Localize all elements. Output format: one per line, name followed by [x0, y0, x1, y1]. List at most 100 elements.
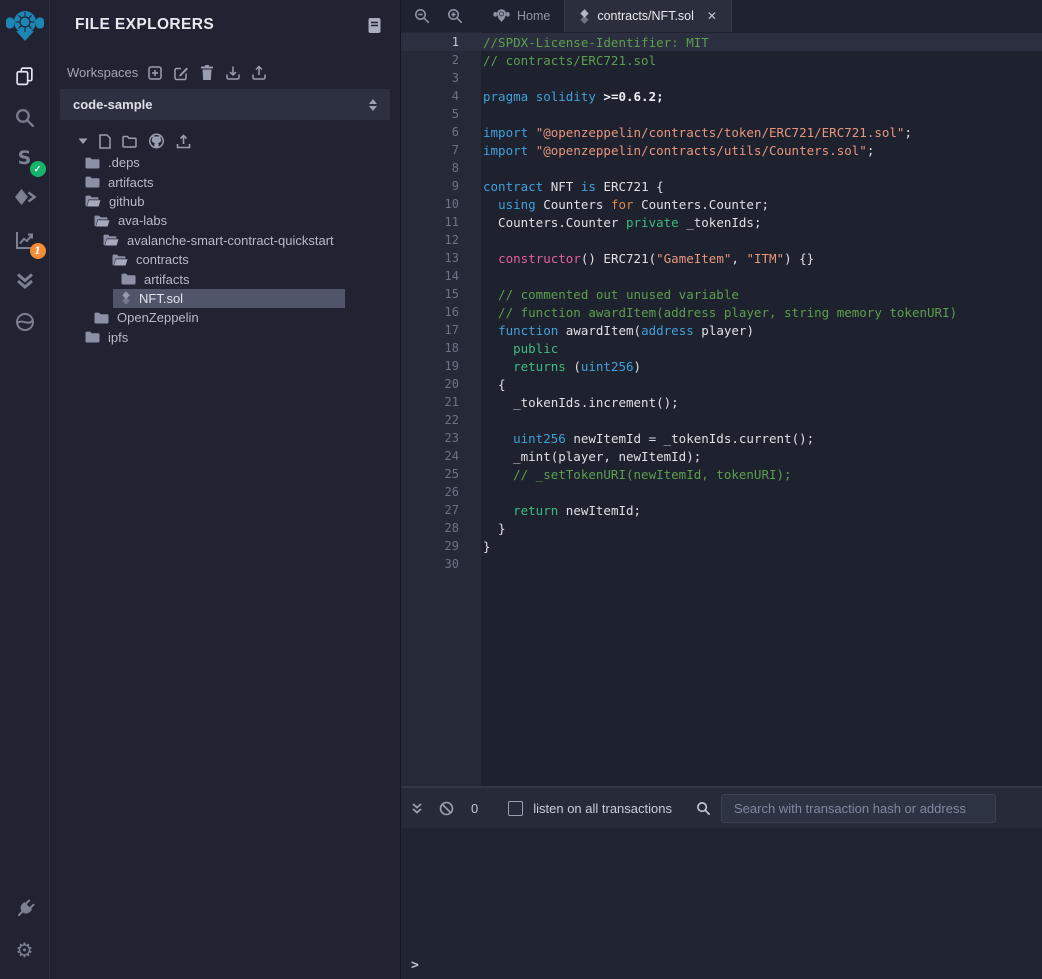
code-line-1[interactable]: 1//SPDX-License-Identifier: MIT — [401, 33, 1042, 51]
tree-item-ava-labs[interactable]: ava-labs — [50, 211, 400, 230]
code-line-14[interactable]: 14 — [401, 267, 1042, 285]
line-number[interactable]: 20 — [401, 377, 481, 391]
code-line-17[interactable]: 17 function awardItem(address player) — [401, 321, 1042, 339]
line-number[interactable]: 15 — [401, 287, 481, 301]
plugin-manager-icon[interactable] — [11, 895, 39, 923]
collapse-caret-icon[interactable] — [78, 137, 88, 145]
delete-workspace-icon[interactable] — [198, 64, 215, 81]
code-line-4[interactable]: 4pragma solidity >=0.6.2; — [401, 87, 1042, 105]
deploy-and-run-icon[interactable] — [11, 185, 39, 213]
tree-item-github[interactable]: github — [50, 192, 400, 211]
listen-transactions-checkbox[interactable] — [508, 801, 523, 816]
rename-workspace-icon[interactable] — [172, 64, 189, 81]
code-line-28[interactable]: 28 } — [401, 519, 1042, 537]
line-number[interactable]: 7 — [401, 143, 481, 157]
line-number[interactable]: 23 — [401, 431, 481, 445]
code-line-27[interactable]: 27 return newItemId; — [401, 501, 1042, 519]
tree-item-openzeppelin[interactable]: OpenZeppelin — [50, 308, 400, 327]
line-number[interactable]: 24 — [401, 449, 481, 463]
tab-nft-sol[interactable]: contracts/NFT.sol ✕ — [564, 0, 732, 32]
code-line-13[interactable]: 13 constructor() ERC721("GameItem", "ITM… — [401, 249, 1042, 267]
line-number[interactable]: 9 — [401, 179, 481, 193]
zoom-out-icon[interactable] — [405, 0, 438, 32]
tree-item-ipfs[interactable]: ipfs — [50, 328, 400, 347]
line-number[interactable]: 22 — [401, 413, 481, 427]
tree-item-avalanche-smart-contract-quickstart[interactable]: avalanche-smart-contract-quickstart — [50, 231, 400, 250]
line-number[interactable]: 13 — [401, 251, 481, 265]
new-file-icon[interactable] — [99, 134, 111, 149]
line-number[interactable]: 14 — [401, 269, 481, 283]
debugger-sphere-icon[interactable] — [11, 308, 39, 336]
terminal-output[interactable]: > — [401, 828, 1042, 979]
line-number[interactable]: 26 — [401, 485, 481, 499]
code-line-18[interactable]: 18 public — [401, 339, 1042, 357]
workspace-select[interactable]: code-sample — [60, 89, 390, 120]
line-number[interactable]: 8 — [401, 161, 481, 175]
clear-console-icon[interactable] — [439, 801, 454, 816]
code-line-23[interactable]: 23 uint256 newItemId = _tokenIds.current… — [401, 429, 1042, 447]
line-number[interactable]: 1 — [401, 35, 481, 49]
line-number[interactable]: 18 — [401, 341, 481, 355]
code-line-21[interactable]: 21 _tokenIds.increment(); — [401, 393, 1042, 411]
tree-item-contracts[interactable]: contracts — [50, 250, 400, 269]
code-line-7[interactable]: 7import "@openzeppelin/contracts/utils/C… — [401, 141, 1042, 159]
code-line-25[interactable]: 25 // _setTokenURI(newItemId, tokenURI); — [401, 465, 1042, 483]
line-number[interactable]: 6 — [401, 125, 481, 139]
transaction-search-input[interactable] — [721, 794, 996, 823]
new-folder-icon[interactable] — [122, 135, 137, 148]
clone-github-icon[interactable] — [148, 133, 165, 149]
tab-home[interactable]: Home — [479, 0, 564, 32]
code-line-26[interactable]: 26 — [401, 483, 1042, 501]
solidity-compiler-icon[interactable]: S ✓ — [11, 144, 39, 172]
zoom-in-icon[interactable] — [438, 0, 471, 32]
tree-item-artifacts[interactable]: artifacts — [50, 172, 400, 191]
line-number[interactable]: 25 — [401, 467, 481, 481]
line-number[interactable]: 16 — [401, 305, 481, 319]
tree-item-artifacts[interactable]: artifacts — [50, 269, 400, 288]
line-number[interactable]: 10 — [401, 197, 481, 211]
code-line-12[interactable]: 12 — [401, 231, 1042, 249]
code-line-19[interactable]: 19 returns (uint256) — [401, 357, 1042, 375]
settings-gear-icon[interactable]: ⚙ — [11, 937, 39, 965]
search-icon[interactable] — [11, 103, 39, 131]
code-line-22[interactable]: 22 — [401, 411, 1042, 429]
line-number[interactable]: 28 — [401, 521, 481, 535]
file-explorer-icon[interactable] — [11, 62, 39, 90]
code-editor[interactable]: 1//SPDX-License-Identifier: MIT2// contr… — [401, 32, 1042, 786]
restore-workspace-icon[interactable] — [250, 64, 267, 81]
line-number[interactable]: 11 — [401, 215, 481, 229]
code-line-5[interactable]: 5 — [401, 105, 1042, 123]
line-number[interactable]: 19 — [401, 359, 481, 373]
tree-item-nft.sol[interactable]: NFT.sol — [50, 289, 400, 308]
line-number[interactable]: 21 — [401, 395, 481, 409]
book-icon[interactable] — [367, 17, 382, 34]
code-line-8[interactable]: 8 — [401, 159, 1042, 177]
create-workspace-icon[interactable] — [146, 64, 163, 81]
line-number[interactable]: 3 — [401, 71, 481, 85]
code-line-11[interactable]: 11 Counters.Counter private _tokenIds; — [401, 213, 1042, 231]
code-area[interactable]: 1//SPDX-License-Identifier: MIT2// contr… — [401, 32, 1042, 573]
line-number[interactable]: 17 — [401, 323, 481, 337]
tree-item-.deps[interactable]: .deps — [50, 153, 400, 172]
line-number[interactable]: 5 — [401, 107, 481, 121]
static-analysis-icon[interactable]: 1 — [11, 226, 39, 254]
expand-terminal-icon[interactable] — [411, 802, 423, 815]
line-number[interactable]: 29 — [401, 539, 481, 553]
upload-file-icon[interactable] — [176, 134, 191, 149]
line-number[interactable]: 27 — [401, 503, 481, 517]
line-number[interactable]: 12 — [401, 233, 481, 247]
code-line-15[interactable]: 15 // commented out unused variable — [401, 285, 1042, 303]
remix-logo-icon[interactable] — [3, 4, 47, 50]
code-line-29[interactable]: 29} — [401, 537, 1042, 555]
code-line-30[interactable]: 30 — [401, 555, 1042, 573]
code-line-24[interactable]: 24 _mint(player, newItemId); — [401, 447, 1042, 465]
unit-testing-icon[interactable] — [11, 267, 39, 295]
line-number[interactable]: 2 — [401, 53, 481, 67]
line-number[interactable]: 30 — [401, 557, 481, 571]
code-line-20[interactable]: 20 { — [401, 375, 1042, 393]
code-line-9[interactable]: 9contract NFT is ERC721 { — [401, 177, 1042, 195]
code-line-3[interactable]: 3 — [401, 69, 1042, 87]
code-line-16[interactable]: 16 // function awardItem(address player,… — [401, 303, 1042, 321]
code-line-10[interactable]: 10 using Counters for Counters.Counter; — [401, 195, 1042, 213]
download-workspace-icon[interactable] — [224, 64, 241, 81]
